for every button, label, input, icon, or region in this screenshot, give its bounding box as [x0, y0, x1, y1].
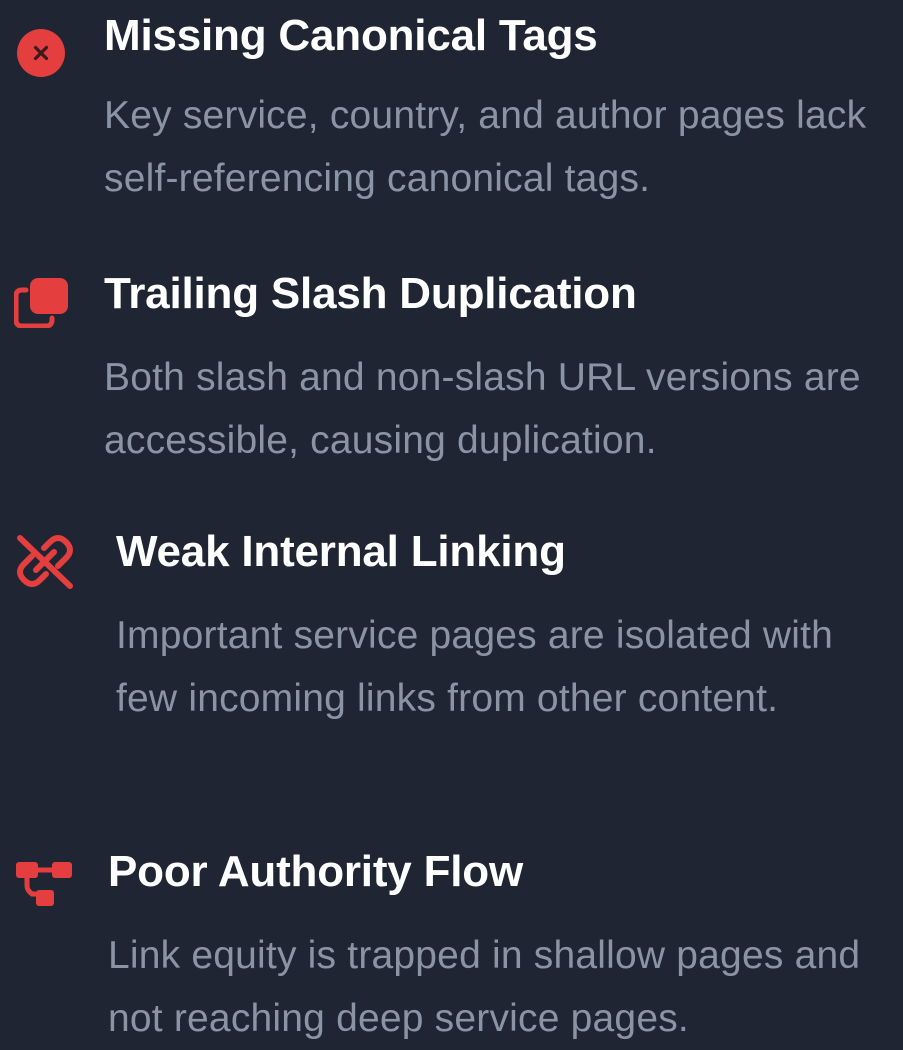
issue-title: Weak Internal Linking — [116, 527, 566, 576]
issue-description: Both slash and non-slash URL versions ar… — [104, 356, 861, 462]
issue-description: Link equity is trapped in shallow pages … — [108, 934, 861, 1040]
issue-description: Key service, country, and author pages l… — [104, 94, 867, 200]
copy-duplicate-icon — [14, 278, 68, 328]
issue-title: Trailing Slash Duplication — [104, 269, 637, 318]
issue-description: Important service pages are isolated wit… — [116, 614, 834, 720]
sitemap-icon — [16, 862, 72, 906]
issue-title: Missing Canonical Tags — [104, 11, 598, 60]
broken-link-icon — [17, 535, 73, 589]
issue-title: Poor Authority Flow — [108, 847, 523, 896]
x-circle-icon — [17, 29, 65, 77]
